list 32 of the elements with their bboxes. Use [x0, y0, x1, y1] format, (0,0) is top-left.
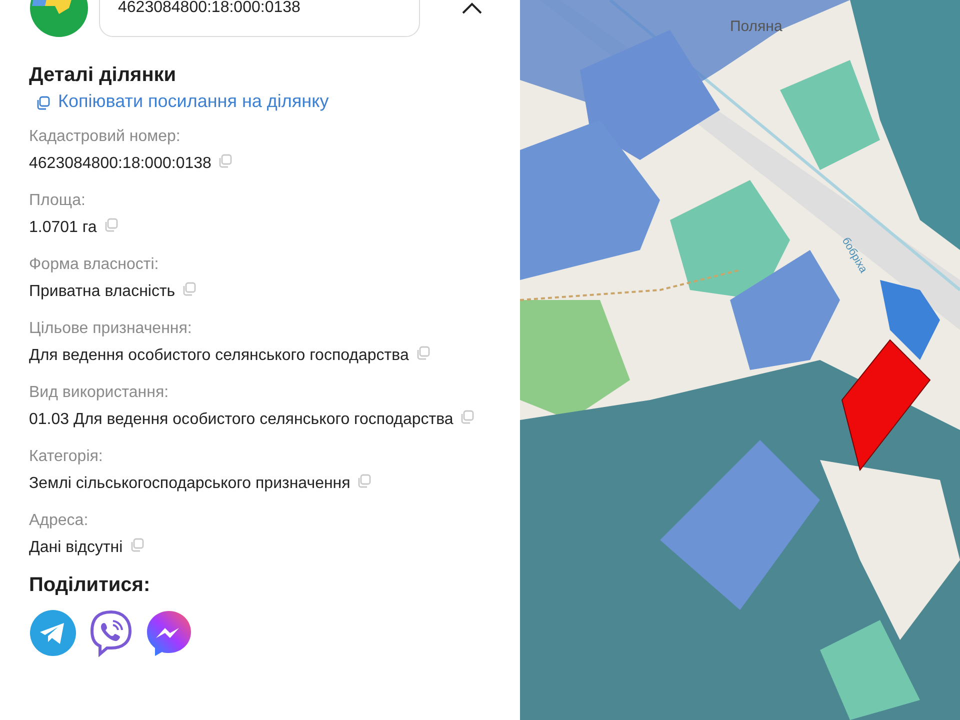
field-value: Землі сільськогосподарського призначення — [29, 475, 350, 492]
field-label: Кадастровий номер: — [29, 128, 182, 146]
field-value: Приватна власність — [29, 283, 176, 300]
field-label: Категорія: — [29, 448, 104, 466]
field-value: Дані відсутні — [29, 539, 123, 556]
paper-plane-icon — [29, 609, 77, 657]
share-title: Поділитися: — [29, 574, 152, 597]
place-label: Поляна — [730, 18, 782, 35]
copy-icon[interactable] — [130, 538, 144, 552]
field-value: 4623084800:18:000:0138 — [29, 155, 212, 172]
copy-link[interactable]: Копіювати посилання на ділянку — [29, 91, 329, 112]
field-value: 01.03 Для ведення особистого селянського господарства — [29, 411, 454, 428]
share-button[interactable] — [29, 609, 77, 657]
copy-icon[interactable] — [357, 474, 372, 488]
lightning-bubble-icon — [145, 609, 193, 657]
search-field[interactable]: 4623084800:18:000:0138 — [99, 0, 420, 37]
field-label: Форма власності: — [29, 256, 160, 274]
copy-icon[interactable] — [460, 410, 474, 424]
share-button[interactable] — [145, 609, 193, 657]
field-label: Цільове призначення: — [29, 320, 193, 338]
field-label: Адреса: — [29, 512, 90, 530]
copy-icon[interactable] — [416, 346, 430, 360]
copy-icon[interactable] — [36, 96, 50, 110]
field-value: 1.0701 га — [29, 219, 97, 236]
selected-parcel-shape[interactable] — [841, 339, 931, 472]
field-label: Вид використання: — [29, 384, 170, 402]
field-label: Площа: — [29, 192, 86, 210]
copy-icon[interactable] — [182, 282, 196, 296]
copy-icon[interactable] — [104, 218, 118, 232]
section-title: Деталі ділянки — [29, 64, 178, 87]
copy-icon[interactable] — [218, 154, 232, 168]
field-value: Для ведення особистого селянського господарства — [29, 347, 409, 364]
